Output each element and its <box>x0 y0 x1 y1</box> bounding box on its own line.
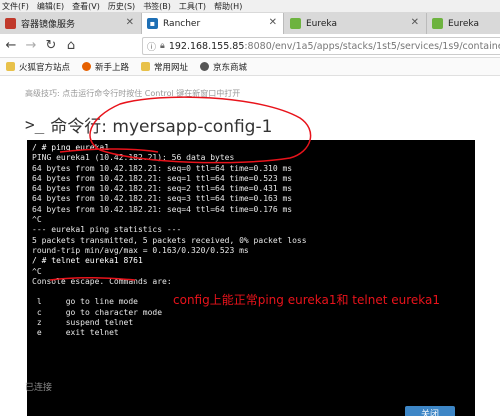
url-host: 192.168.155.85 <box>168 40 245 52</box>
folder-icon <box>141 62 151 71</box>
folder-icon <box>6 62 15 71</box>
terminal-line: ^C <box>32 266 42 276</box>
home-icon[interactable]: ⌂ <box>62 37 80 55</box>
terminal-line: PING eureka1 (10.42.182.21): 56 data byt… <box>32 153 235 163</box>
bookmark-label: 常用网址 <box>154 62 189 73</box>
menu-bookmarks[interactable]: 书签(B) <box>143 1 171 12</box>
connection-status: 已连接 <box>25 383 53 393</box>
tab-eureka-2[interactable]: Eureka <box>426 13 500 34</box>
terminal-line: c go to character mode <box>32 307 163 317</box>
close-button[interactable]: 关闭 <box>405 406 455 416</box>
tab-title: Eureka <box>306 18 337 29</box>
back-icon[interactable]: ← <box>2 37 20 55</box>
annotation-text: config上能正常ping eureka1和 telnet eureka1 <box>173 293 440 307</box>
forward-icon[interactable]: → <box>22 37 40 55</box>
bookmark-label: 新手上路 <box>95 62 130 73</box>
tip-text: 高级技巧: 点击运行命令行时按住 Control 键在新窗口中打开 <box>25 89 241 98</box>
bookmark-getting-started[interactable]: 新手上路 <box>82 61 129 73</box>
aliyun-icon <box>5 18 16 29</box>
tab-strip: 容器镜像服务 ✕ ▪ Rancher ✕ Eureka ✕ Eureka <box>0 12 500 34</box>
tab-title: Rancher <box>163 18 201 29</box>
url-text[interactable]: 192.168.155.85:8080/env/1a5/apps/stacks/… <box>169 41 500 52</box>
terminal-line: 64 bytes from 10.42.182.21: seq=4 ttl=64… <box>32 204 293 214</box>
tab-eureka[interactable]: Eureka ✕ <box>285 13 425 34</box>
terminal-line: Console escape. Commands are: <box>32 276 172 286</box>
terminal-line: 64 bytes from 10.42.182.21: seq=0 ttl=64… <box>32 163 293 173</box>
rancher-icon: ▪ <box>147 18 158 29</box>
terminal-line: / # telnet eureka1 8761 <box>32 256 143 266</box>
navigation-bar: ← → ↻ ⌂ ⓘ 🔒︎ 192.168.155.85:8080/env/1a5… <box>0 34 500 58</box>
close-icon[interactable]: ✕ <box>411 17 419 28</box>
terminal-prompt-icon: >_ <box>25 115 45 134</box>
menu-history[interactable]: 历史(S) <box>108 1 135 12</box>
tab-title: 容器镜像服务 <box>21 20 76 30</box>
bookmark-label: 火狐官方站点 <box>19 62 71 73</box>
page-title-row: >_ 命令行: myersapp-config-1 <box>25 112 272 137</box>
tab-container-registry[interactable]: 容器镜像服务 ✕ <box>0 13 140 34</box>
terminal-line: 64 bytes from 10.42.182.21: seq=3 ttl=64… <box>32 194 293 204</box>
terminal-line: 5 packets transmitted, 5 packets receive… <box>32 235 307 245</box>
firefox-icon <box>82 62 92 71</box>
terminal-line: round-trip min/avg/max = 0.163/0.320/0.5… <box>32 245 249 255</box>
terminal-line: / # ping eureka1 <box>32 143 110 152</box>
url-path: :8080/env/1a5/apps/stacks/1st5/services/… <box>244 40 500 52</box>
page-title: 命令行: myersapp-config-1 <box>50 117 273 137</box>
menu-view[interactable]: 查看(V) <box>72 1 100 12</box>
menu-bar: 文件(F) 编辑(E) 查看(V) 历史(S) 书签(B) 工具(T) 帮助(H… <box>0 0 500 12</box>
reload-icon[interactable]: ↻ <box>42 37 60 55</box>
menu-file[interactable]: 文件(F) <box>2 1 29 12</box>
bookmarks-bar: 火狐官方站点 新手上路 常用网址 京东商城 <box>0 58 500 76</box>
tab-title: Eureka <box>448 18 479 29</box>
terminal-line: 64 bytes from 10.42.182.21: seq=2 ttl=64… <box>32 184 293 194</box>
eureka-leaf-icon <box>290 18 301 29</box>
close-icon[interactable]: ✕ <box>269 17 277 28</box>
menu-edit[interactable]: 编辑(E) <box>37 1 64 12</box>
bookmark-label: 京东商城 <box>213 62 248 73</box>
globe-icon <box>200 62 210 71</box>
bookmark-firefox-site[interactable]: 火狐官方站点 <box>6 61 70 73</box>
page-content: 高级技巧: 点击运行命令行时按住 Control 键在新窗口中打开 >_ 命令行… <box>0 76 500 416</box>
address-bar[interactable]: ⓘ 🔒︎ 192.168.155.85:8080/env/1a5/apps/st… <box>142 37 500 55</box>
terminal-line: --- eureka1 ping statistics --- <box>32 225 182 235</box>
terminal-line: 64 bytes from 10.42.182.21: seq=1 ttl=64… <box>32 173 293 183</box>
terminal-line: z suspend telnet <box>32 318 134 328</box>
bookmark-jd[interactable]: 京东商城 <box>200 61 247 73</box>
menu-tools[interactable]: 工具(T) <box>179 1 206 12</box>
insecure-lock-icon[interactable]: 🔒︎ <box>160 41 165 51</box>
menu-help[interactable]: 帮助(H) <box>214 1 242 12</box>
terminal-line: ^C <box>32 215 42 225</box>
eureka-leaf-icon <box>432 18 443 29</box>
terminal-line: e exit telnet <box>32 328 119 338</box>
bookmark-common-sites[interactable]: 常用网址 <box>141 61 188 73</box>
tab-rancher[interactable]: ▪ Rancher ✕ <box>141 13 284 34</box>
info-icon[interactable]: ⓘ <box>147 40 156 53</box>
terminal-console[interactable]: / # ping eureka1 PING eureka1 (10.42.182… <box>27 140 475 416</box>
close-icon[interactable]: ✕ <box>126 17 134 28</box>
